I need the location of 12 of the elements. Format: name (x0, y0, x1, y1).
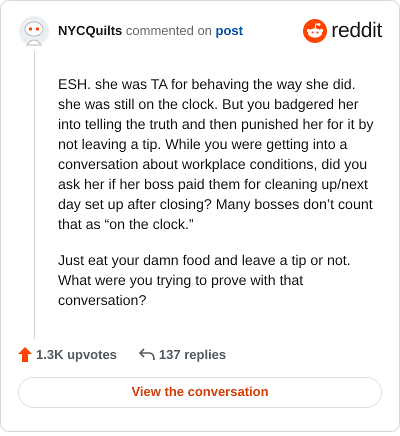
view-conversation-button[interactable]: View the conversation (18, 376, 382, 408)
reply-count: 137 replies (158, 346, 226, 364)
upvote-count: 1.3K upvotes (36, 346, 117, 364)
comment-paragraph: ESH. she was TA for behaving the way she did. she was still on the clock. But you badgered her into telling the truth and then punished her for it by not leaving a tip. While you were getting into a conversation about workplace conditions, did you ask her if her boss paid them for cleaning up/next day set up after closing? Many bosses don’t count that as “on the clock.” (58, 76, 374, 235)
brand-name: reddit (331, 18, 382, 44)
comment-header: NYCQuilts commented on post (58, 22, 243, 40)
comment-paragraph: Just eat your damn food and leave a tip or not. What were you trying to prove with that conversation? (58, 252, 352, 311)
avatar-icon (18, 15, 50, 47)
upvote-icon[interactable] (18, 347, 32, 362)
reply-icon[interactable] (138, 348, 155, 362)
reddit-logo-icon (303, 19, 328, 43)
post-link[interactable]: post (216, 23, 243, 38)
